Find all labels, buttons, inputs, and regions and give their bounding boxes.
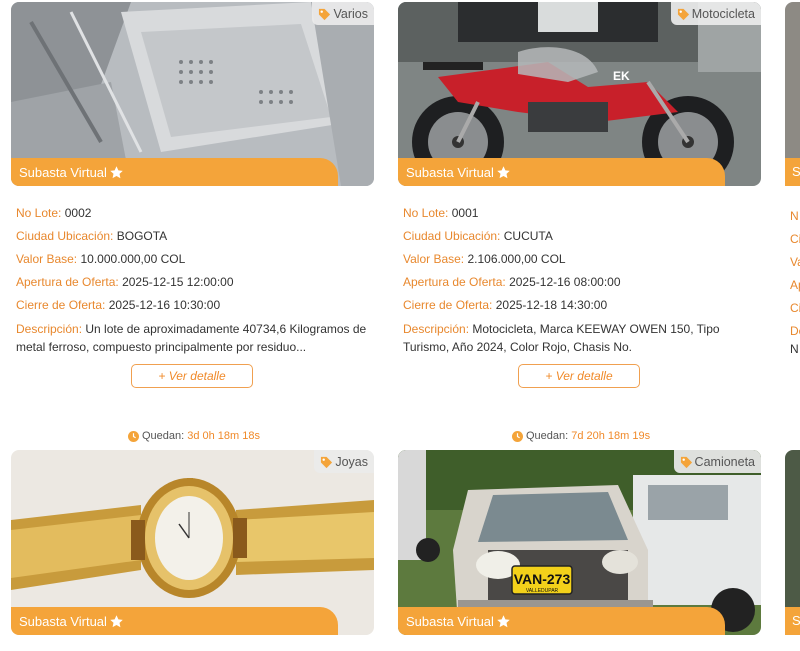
star-icon[interactable]	[496, 614, 511, 629]
cierre-value: 2025-12-16 10:30:00	[108, 298, 221, 312]
cierre-row: Cierre de Oferta: 2025-12-16 10:30:00	[16, 297, 376, 320]
auction-type-ribbon: Subasta Virtual	[398, 158, 725, 186]
lote-label: No Lote:	[16, 206, 62, 220]
timer-value: 7d 20h 18m 19s	[571, 430, 651, 442]
apertura-row: Apertura de Oferta: 2025-12-16 08:00:00	[403, 274, 763, 297]
cierre-row: Cierre de Oferta: 2025-12-18 14:30:00	[403, 297, 763, 320]
category-badge: Joyas	[314, 450, 374, 473]
svg-text:EK: EK	[613, 69, 630, 83]
apertura-value: 2025-12-15 12:00:00	[122, 275, 234, 289]
tag-icon	[677, 8, 689, 20]
ver-detalle-button[interactable]: + Ver detalle	[131, 364, 253, 388]
apertura-label: Apertura de Oferta:	[16, 275, 119, 289]
lote-value: 0001	[451, 206, 479, 220]
star-icon[interactable]	[109, 165, 124, 180]
ciudad-label: Ciudad Ubicación:	[16, 229, 114, 243]
card-image[interactable]: VAN-273 VALLEDUPAR Camioneta Subasta Vir…	[398, 450, 761, 635]
category-badge: Varios	[312, 2, 374, 25]
ciudad-label: Ciudad Ubicación:	[403, 229, 501, 243]
valor-label: Valor Base:	[16, 252, 78, 266]
valor-label: Va	[790, 255, 800, 269]
ciudad-row: Ciudad Ubicación: CUCUTA	[403, 228, 763, 251]
lote-row: No Lote: 0002	[16, 205, 376, 228]
valor-row: Valor Base: 2.106.000,00 COL	[403, 251, 763, 274]
descripcion-label: De	[790, 324, 800, 338]
ribbon-label: Subasta Virtual	[19, 164, 107, 180]
card-image[interactable]: Joyas Subasta Virtual	[11, 450, 374, 635]
ciudad-value: BOGOTA	[116, 229, 168, 243]
apertura-value: 2025-12-16 08:00:00	[509, 275, 621, 289]
card-details: No Lote: 0002 Ciudad Ubicación: BOGOTA V…	[16, 205, 376, 356]
clock-icon	[512, 430, 523, 442]
star-icon[interactable]	[496, 165, 511, 180]
cierre-label: Cierre de Oferta:	[403, 298, 493, 312]
descripcion-label: Descripción:	[16, 322, 83, 336]
lote-row: No Lote: 0001	[403, 205, 763, 228]
auction-type-ribbon: Subasta Virtual	[11, 607, 338, 635]
apertura-label: Apertura de Oferta:	[403, 275, 506, 289]
valor-value: 2.106.000,00 COL	[467, 252, 566, 266]
ciudad-row: Ciudad Ubicación: BOGOTA	[16, 228, 376, 251]
ribbon-label: Subasta Virtual	[19, 613, 107, 629]
cierre-label: Ci	[790, 301, 800, 315]
descripcion-value: N	[790, 342, 799, 356]
ribbon-label: S	[785, 158, 800, 186]
cierre-value: 2025-12-18 14:30:00	[495, 298, 608, 312]
ver-detalle-button[interactable]: + Ver detalle	[518, 364, 640, 388]
category-badge: Motocicleta	[670, 2, 761, 25]
descripcion-row: Descripción: Un lote de aproximadamente …	[16, 320, 376, 356]
category-label: Joyas	[335, 455, 368, 469]
license-plate-city: VALLEDUPAR	[526, 588, 559, 594]
category-badge: Camioneta	[673, 450, 761, 473]
timer-label: Quedan:	[526, 430, 569, 442]
category-label: Varios	[333, 7, 368, 21]
valor-row: Valor Base: 10.000.000,00 COL	[16, 251, 376, 274]
ribbon-label: Subasta Virtual	[406, 613, 494, 629]
tag-icon	[680, 456, 692, 468]
card-image[interactable]: S	[785, 2, 800, 186]
ciudad-value: CUCUTA	[503, 229, 553, 243]
tag-icon	[319, 8, 331, 20]
descripcion-row: Descripción: Motocicleta, Marca KEEWAY O…	[403, 320, 763, 356]
countdown-timer: Quedan: 7d 20h 18m 19s	[512, 430, 650, 442]
timer-value: 3d 0h 18m 18s	[187, 430, 260, 442]
auction-card-partial[interactable]: S	[785, 450, 800, 635]
countdown-timer: Quedan: 3d 0h 18m 18s	[128, 430, 260, 442]
apertura-row: Apertura de Oferta: 2025-12-15 12:00:00	[16, 274, 376, 297]
valor-value: 10.000.000,00 COL	[80, 252, 186, 266]
cierre-label: Cierre de Oferta:	[16, 298, 106, 312]
auction-type-ribbon: Subasta Virtual	[398, 607, 725, 635]
ribbon-label: S	[785, 607, 800, 635]
valor-label: Valor Base:	[403, 252, 465, 266]
clock-icon	[128, 430, 139, 442]
star-icon[interactable]	[109, 614, 124, 629]
card-details: No Lote: 0001 Ciudad Ubicación: CUCUTA V…	[403, 205, 763, 356]
timer-label: Quedan:	[142, 430, 185, 442]
ribbon-label: Subasta Virtual	[406, 164, 494, 180]
lote-label: No Lote:	[403, 206, 449, 220]
apertura-label: Ap	[790, 278, 800, 292]
lote-label: N	[790, 209, 799, 223]
category-label: Motocicleta	[691, 7, 755, 21]
lote-value: 0002	[64, 206, 92, 220]
category-label: Camioneta	[694, 455, 755, 469]
card-image[interactable]: EK Motocicleta Subasta Virtual	[398, 2, 761, 186]
card-details: N Ci Va Ap Ci De N	[790, 205, 800, 356]
auction-type-ribbon: Subasta Virtual	[11, 158, 338, 186]
descripcion-label: Descripción:	[403, 322, 470, 336]
auction-card-partial[interactable]: S N Ci Va Ap Ci De N	[785, 2, 800, 362]
tag-icon	[321, 456, 333, 468]
card-image[interactable]: Varios Subasta Virtual	[11, 2, 374, 186]
ciudad-label: Ci	[790, 232, 800, 246]
license-plate: VAN-273	[514, 571, 571, 587]
